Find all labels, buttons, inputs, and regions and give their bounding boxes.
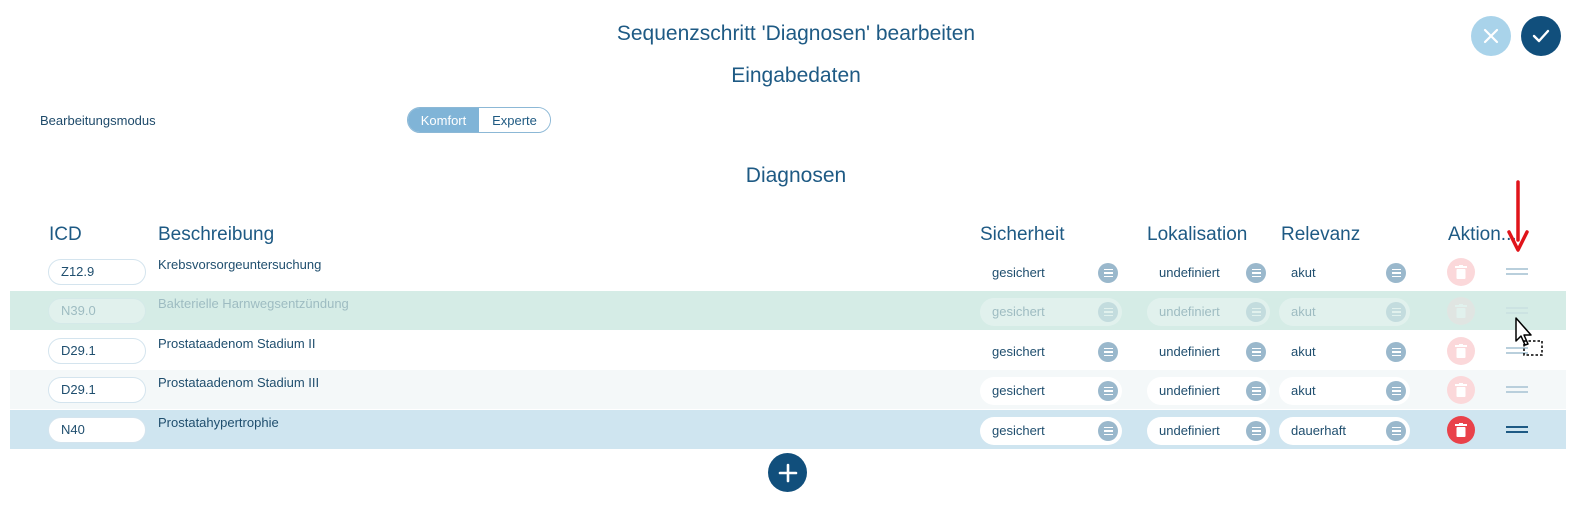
delete-button[interactable]: [1447, 337, 1475, 365]
table-row: D29.1 Prostataadenom Stadium II gesicher…: [10, 331, 1566, 370]
dialog-subtitle: Eingabedaten: [731, 64, 861, 87]
table-row: Z12.9 Krebsvorsorgeuntersuchung gesicher…: [10, 252, 1566, 291]
dropdown-icon: [1098, 342, 1118, 362]
trash-icon: [1455, 344, 1467, 358]
dialog-title: Sequenzschritt 'Diagnosen' bearbeiten: [616, 22, 976, 45]
trash-icon: [1455, 383, 1467, 397]
header-icd: ICD: [49, 224, 82, 245]
header-description: Beschreibung: [158, 224, 275, 245]
dropdown-icon: [1246, 342, 1266, 362]
icd-field[interactable]: D29.1: [48, 377, 146, 403]
localization-value: undefiniert: [1159, 383, 1220, 398]
relevance-select[interactable]: akut: [1279, 377, 1410, 405]
description-text: Bakterielle Harnwegsentzündung: [158, 296, 349, 311]
description-text: Prostataadenom Stadium III: [158, 375, 320, 390]
relevance-select[interactable]: akut: [1279, 338, 1410, 366]
certainty-select[interactable]: gesichert: [980, 338, 1122, 366]
table-row: D29.1 Prostataadenom Stadium III gesiche…: [10, 370, 1566, 409]
relevance-select[interactable]: akut: [1279, 259, 1410, 287]
drag-handle-icon[interactable]: [1506, 386, 1528, 394]
icd-field[interactable]: Z12.9: [48, 259, 146, 285]
relevance-value: akut: [1291, 383, 1316, 398]
relevance-value: akut: [1291, 304, 1316, 319]
drag-cursor-icon: [1515, 317, 1543, 356]
drag-handle-icon[interactable]: [1506, 307, 1528, 315]
table-row: N39.0 Bakterielle Harnwegsentzündung ges…: [10, 291, 1566, 330]
dropdown-icon: [1386, 263, 1406, 283]
delete-button[interactable]: [1447, 416, 1475, 444]
certainty-value: gesichert: [992, 265, 1045, 280]
localization-value: undefiniert: [1159, 344, 1220, 359]
section-title: Diagnosen: [745, 164, 847, 187]
header-localization: Lokalisation: [1147, 224, 1248, 245]
dropdown-icon: [1386, 381, 1406, 401]
table-row: N40 Prostatahypertrophie gesichert undef…: [10, 410, 1566, 449]
localization-value: undefiniert: [1159, 304, 1220, 319]
plus-icon: [778, 463, 797, 482]
certainty-value: gesichert: [992, 423, 1045, 438]
drag-handle-icon[interactable]: [1506, 426, 1528, 434]
dropdown-icon: [1098, 421, 1118, 441]
icd-field[interactable]: N39.0: [48, 298, 146, 324]
description-text: Prostatahypertrophie: [158, 415, 279, 430]
relevance-value: akut: [1291, 265, 1316, 280]
description-text: Krebsvorsorgeuntersuchung: [158, 257, 322, 272]
dropdown-icon: [1386, 421, 1406, 441]
dropdown-icon: [1386, 302, 1406, 322]
add-diagnosis-button[interactable]: [768, 453, 807, 492]
localization-select[interactable]: undefiniert: [1147, 377, 1270, 405]
localization-value: undefiniert: [1159, 423, 1220, 438]
certainty-select[interactable]: gesichert: [980, 377, 1122, 405]
certainty-value: gesichert: [992, 344, 1045, 359]
table-header: ICD Beschreibung Sicherheit Lokalisation…: [10, 222, 1566, 253]
header-relevance: Relevanz: [1281, 224, 1361, 245]
dropdown-icon: [1098, 302, 1118, 322]
dropdown-icon: [1098, 263, 1118, 283]
certainty-select[interactable]: gesichert: [980, 417, 1122, 445]
trash-icon: [1455, 304, 1467, 318]
delete-button[interactable]: [1447, 258, 1475, 286]
header-certainty: Sicherheit: [980, 224, 1065, 245]
trash-icon: [1455, 423, 1467, 437]
annotation-arrow-icon: [1507, 180, 1529, 252]
localization-select[interactable]: undefiniert: [1147, 298, 1270, 326]
localization-select[interactable]: undefiniert: [1147, 417, 1270, 445]
confirm-button[interactable]: [1521, 16, 1561, 56]
relevance-value: akut: [1291, 344, 1316, 359]
mode-option-komfort[interactable]: Komfort: [408, 108, 479, 132]
certainty-value: gesichert: [992, 383, 1045, 398]
mode-option-experte[interactable]: Experte: [479, 108, 550, 132]
localization-select[interactable]: undefiniert: [1147, 338, 1270, 366]
dropdown-icon: [1246, 263, 1266, 283]
certainty-select[interactable]: gesichert: [980, 259, 1122, 287]
close-icon: [1483, 28, 1499, 44]
trash-icon: [1455, 265, 1467, 279]
dropdown-icon: [1246, 381, 1266, 401]
icd-field[interactable]: N40: [48, 417, 146, 443]
delete-button[interactable]: [1447, 297, 1475, 325]
icd-field[interactable]: D29.1: [48, 338, 146, 364]
mode-toggle: Komfort Experte: [407, 107, 551, 133]
dropdown-icon: [1386, 342, 1406, 362]
dropdown-icon: [1098, 381, 1118, 401]
localization-value: undefiniert: [1159, 265, 1220, 280]
dropdown-icon: [1246, 421, 1266, 441]
certainty-value: gesichert: [992, 304, 1045, 319]
description-text: Prostataadenom Stadium II: [158, 336, 316, 351]
certainty-select[interactable]: gesichert: [980, 298, 1122, 326]
relevance-select[interactable]: akut: [1279, 298, 1410, 326]
dropdown-icon: [1246, 302, 1266, 322]
relevance-value: dauerhaft: [1291, 423, 1346, 438]
drag-handle-icon[interactable]: [1506, 268, 1528, 276]
check-icon: [1532, 29, 1550, 43]
relevance-select[interactable]: dauerhaft: [1279, 417, 1410, 445]
delete-button[interactable]: [1447, 376, 1475, 404]
localization-select[interactable]: undefiniert: [1147, 259, 1270, 287]
mode-label: Bearbeitungsmodus: [40, 113, 156, 128]
cancel-button[interactable]: [1471, 16, 1511, 56]
